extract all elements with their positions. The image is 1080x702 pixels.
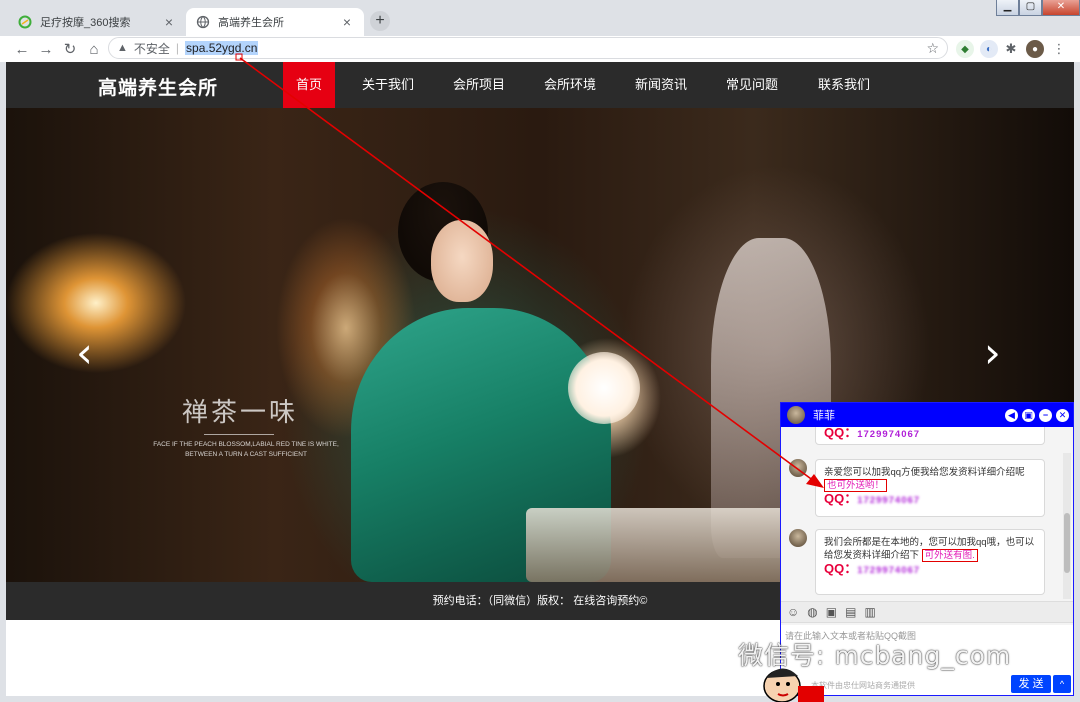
qq-label: QQ： xyxy=(824,491,858,506)
back-arrow-icon[interactable]: ← xyxy=(10,37,34,61)
warning-icon[interactable]: ▲ xyxy=(117,42,128,54)
chat-header: 菲菲 ◀ ▣ − ✕ xyxy=(781,403,1073,427)
chat-toolbar: ☺ ◍ ▣ ▤ ▥ xyxy=(781,601,1073,623)
site-logo[interactable]: 高端养生会所 xyxy=(98,73,218,100)
globe-icon xyxy=(196,15,210,29)
chat-shrink-icon[interactable]: ◀ xyxy=(1005,408,1018,422)
carousel-next-icon[interactable]: › xyxy=(984,328,1001,377)
nav-faq[interactable]: 常见问题 xyxy=(717,62,787,108)
nav-projects[interactable]: 会所项目 xyxy=(444,62,514,108)
contact-avatar xyxy=(787,406,805,424)
tab-title: 高端养生会所 xyxy=(218,17,284,29)
chat-minimize-icon[interactable]: − xyxy=(1039,408,1052,422)
hero-title: 禅茶一味 xyxy=(182,398,299,428)
message-text: 亲爱您可以加我qq方便我给您发资料详细介绍呢 xyxy=(824,467,1025,478)
chat-restore-icon[interactable]: ▣ xyxy=(1022,408,1035,422)
nav-about[interactable]: 关于我们 xyxy=(353,62,423,108)
bookmark-star-icon[interactable]: ☆ xyxy=(926,40,939,57)
emoji-icon[interactable]: ☺ xyxy=(787,605,799,619)
reload-icon[interactable]: ↻ xyxy=(58,37,82,61)
qq-number: 1729974067 xyxy=(857,429,921,440)
send-button[interactable]: 发 送 xyxy=(1011,675,1051,693)
send-options-button[interactable]: ^ xyxy=(1053,675,1071,693)
profile-avatar-icon[interactable]: ● xyxy=(1026,40,1044,58)
qq-number: 1729974067 xyxy=(857,565,921,576)
save-icon[interactable]: ▥ xyxy=(864,605,875,619)
chat-messages: QQ：1729974067 亲爱您可以加我qq方便我给您发资料详细介绍呢 也可外… xyxy=(781,427,1073,599)
forward-arrow-icon[interactable]: → xyxy=(34,37,58,61)
tab-spa-site[interactable]: 高端养生会所 × xyxy=(186,8,364,36)
360-search-icon xyxy=(18,15,32,29)
close-window-button[interactable]: ✕ xyxy=(1042,0,1080,16)
menu-kebab-icon[interactable]: ⋮ xyxy=(1050,40,1068,58)
banner-tea-table xyxy=(526,508,786,582)
cartoon-mascot-icon xyxy=(763,668,824,702)
site-header: 高端养生会所 首页 关于我们 会所项目 会所环境 新闻资讯 常见问题 联系我们 xyxy=(6,62,1074,108)
tab-strip: 足疗按摩_360搜索 × 高端养生会所 × + ▁ ▢ ✕ xyxy=(0,0,1080,36)
tab-title: 足疗按摩_360搜索 xyxy=(40,17,131,29)
shake-icon[interactable]: ◍ xyxy=(807,605,817,619)
qq-label: QQ： xyxy=(824,427,858,440)
chat-message: 亲爱您可以加我qq方便我给您发资料详细介绍呢 也可外送哟！ QQ：1729974… xyxy=(815,459,1045,517)
new-tab-button[interactable]: + xyxy=(370,11,390,31)
extensions-puzzle-icon[interactable]: ✱ xyxy=(1002,40,1020,58)
hero-divider xyxy=(204,434,274,435)
nav-environment[interactable]: 会所环境 xyxy=(535,62,605,108)
carousel-prev-icon[interactable]: ‹ xyxy=(76,328,93,377)
url-text[interactable]: spa.52ygd.cn xyxy=(185,41,259,55)
home-icon[interactable]: ⌂ xyxy=(82,37,106,61)
qq-label: QQ： xyxy=(824,561,858,576)
tab-close-icon[interactable]: × xyxy=(162,14,176,30)
maximize-button[interactable]: ▢ xyxy=(1019,0,1042,16)
contact-name: 菲菲 xyxy=(813,410,835,422)
image-icon[interactable]: ▣ xyxy=(826,605,837,619)
banner-woman-face xyxy=(431,220,493,302)
message-avatar xyxy=(789,529,807,547)
chat-scrollbar[interactable] xyxy=(1063,453,1071,599)
minimize-button[interactable]: ▁ xyxy=(996,0,1019,16)
chat-message: 我们会所都是在本地的，您可以加我qq哦，也可以给您发资料详细介绍下 可外送有图.… xyxy=(815,529,1045,595)
nav-news[interactable]: 新闻资讯 xyxy=(626,62,696,108)
chat-message: QQ：1729974067 xyxy=(815,427,1045,445)
message-avatar xyxy=(789,459,807,477)
security-label[interactable]: 不安全 xyxy=(134,40,170,57)
extension-compass-icon[interactable]: ◐ xyxy=(980,40,998,58)
tab-360-search[interactable]: 足疗按摩_360搜索 × xyxy=(8,8,186,36)
scrollbar-thumb[interactable] xyxy=(1064,513,1070,573)
nav-home[interactable]: 首页 xyxy=(283,62,335,108)
address-bar[interactable]: ▲ 不安全 | spa.52ygd.cn ☆ xyxy=(108,37,948,59)
hero-subtitle: FACE IF THE PEACH BLOSSOM,LABIAL RED TIN… xyxy=(153,441,339,458)
tab-close-icon[interactable]: × xyxy=(340,14,354,30)
extension-shield-icon[interactable]: ◆ xyxy=(956,40,974,58)
chat-close-icon[interactable]: ✕ xyxy=(1056,408,1069,422)
qq-number: 1729974067 xyxy=(857,495,921,506)
nav-contact[interactable]: 联系我们 xyxy=(809,62,879,108)
banner-lantern xyxy=(568,352,640,424)
browser-toolbar: ← → ↻ ⌂ ▲ 不安全 | spa.52ygd.cn ☆ ◆ ◐ ✱ ● ⋮ xyxy=(0,36,1080,62)
folder-icon[interactable]: ▤ xyxy=(845,605,856,619)
message-highlight: 可外送有图. xyxy=(921,549,978,562)
omnibox-divider: | xyxy=(175,41,180,55)
